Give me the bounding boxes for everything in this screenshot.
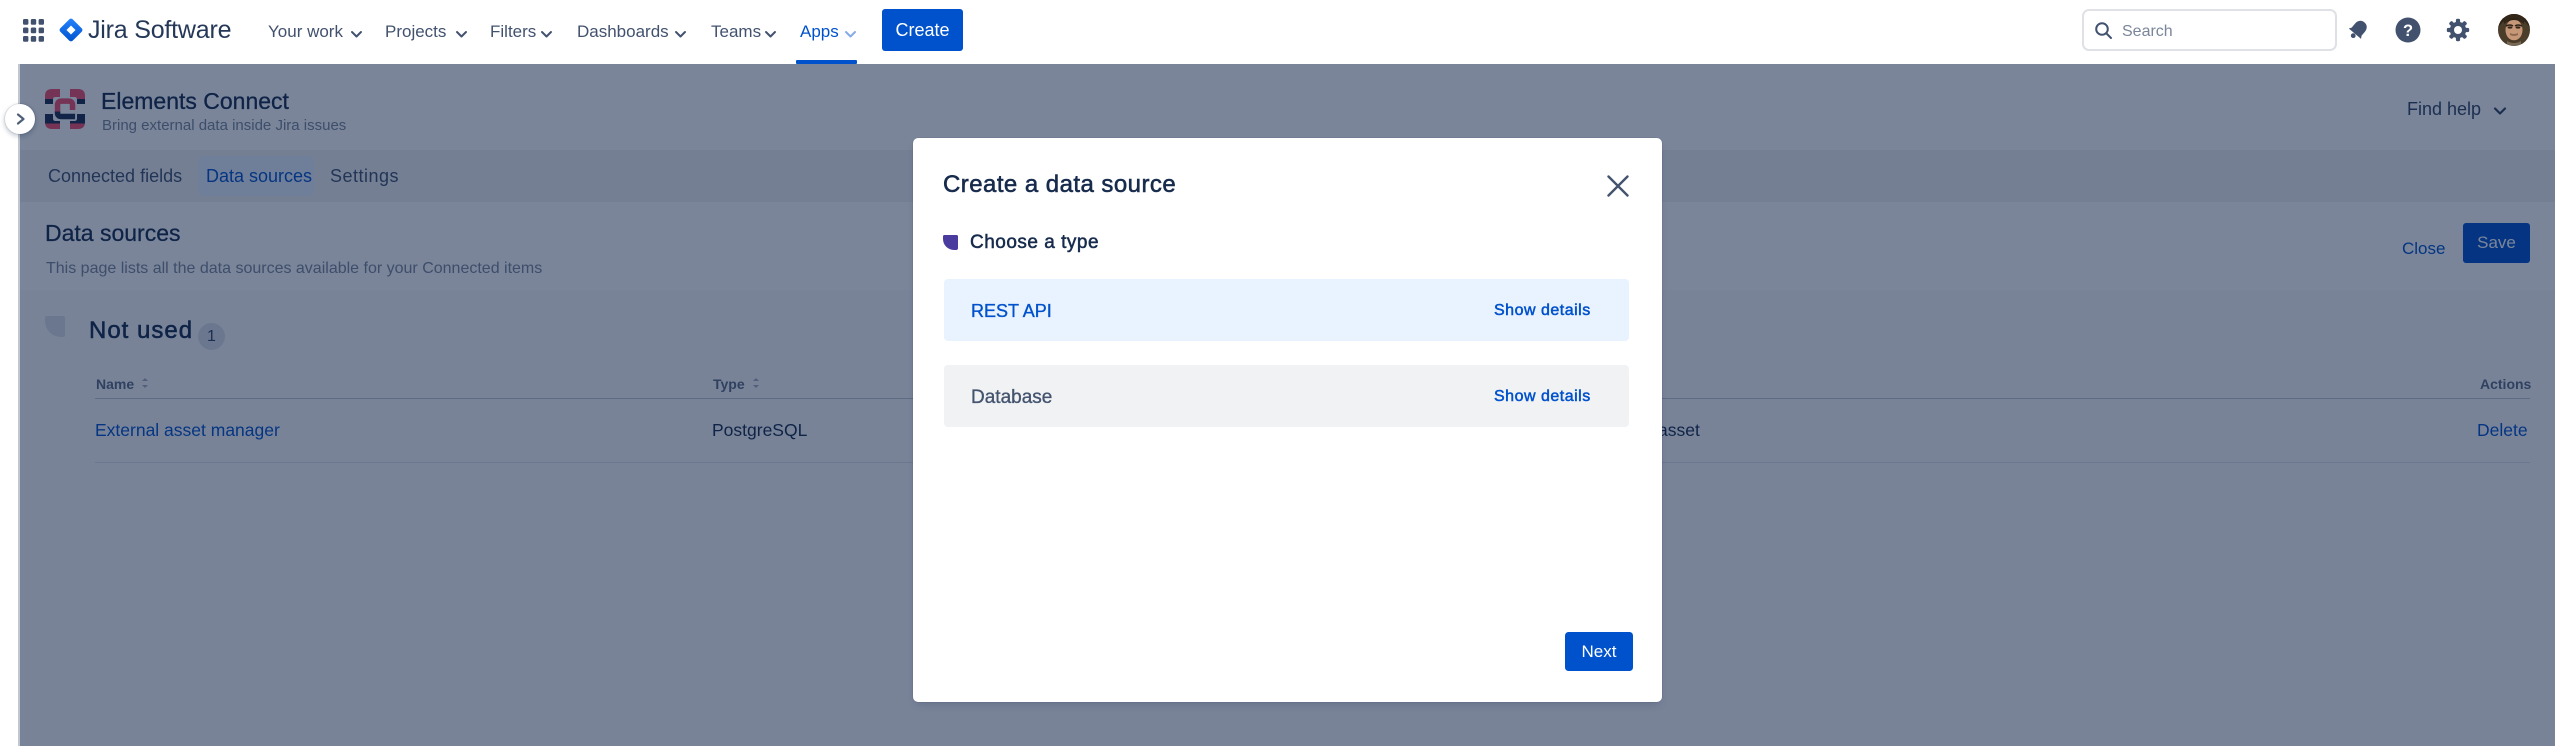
svg-text:?: ? [2403,22,2413,40]
